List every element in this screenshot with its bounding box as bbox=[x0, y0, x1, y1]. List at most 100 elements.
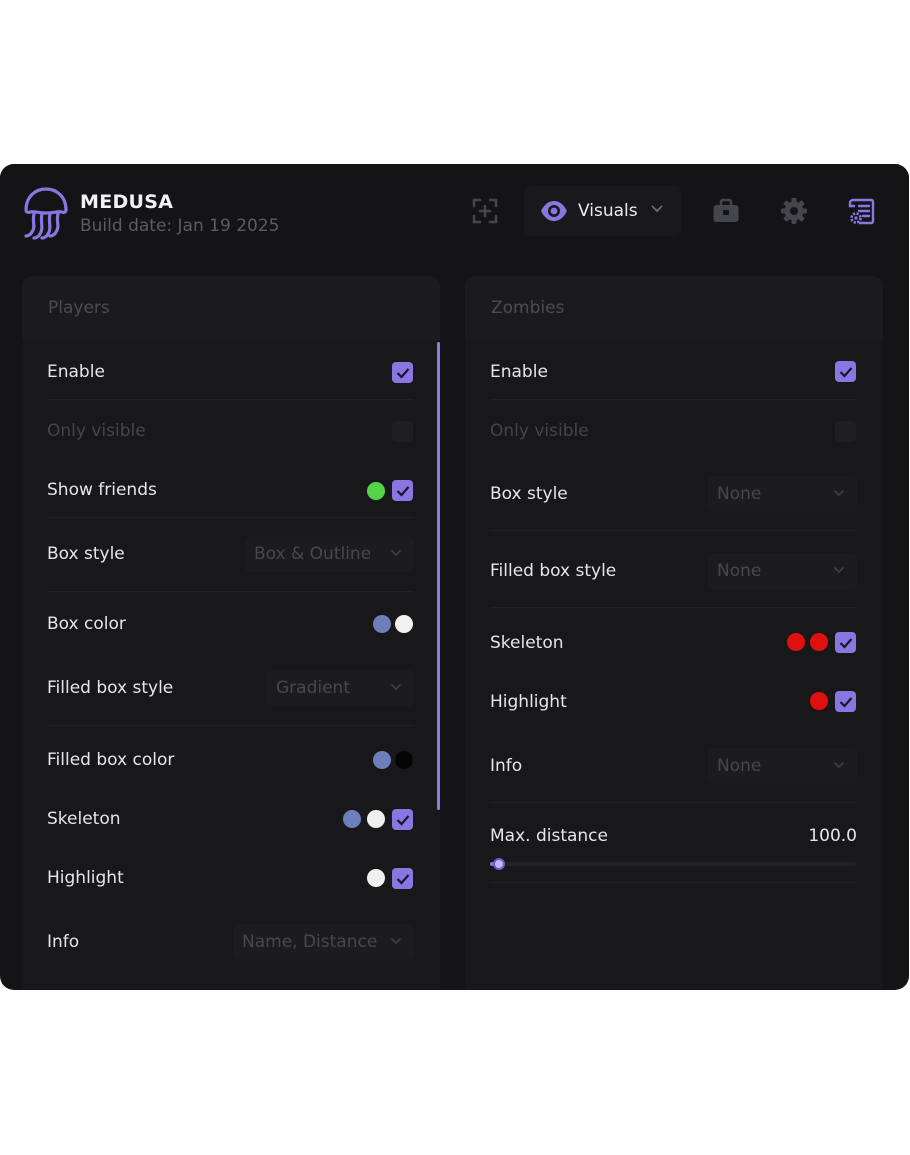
players-highlight-label: Highlight bbox=[47, 868, 124, 888]
players-show-friends-checkbox[interactable] bbox=[392, 480, 413, 501]
players-box-style-label: Box style bbox=[47, 544, 125, 564]
filled-box-color-swatch-2[interactable] bbox=[395, 751, 413, 769]
visuals-tab-label: Visuals bbox=[578, 201, 638, 221]
players-skeleton-label: Skeleton bbox=[47, 809, 121, 829]
players-info-row: Info Name, Distance bbox=[47, 922, 414, 962]
separator bbox=[47, 399, 414, 400]
players-filled-box-style-value: Gradient bbox=[276, 678, 350, 698]
players-enable-row: Enable bbox=[47, 360, 414, 390]
separator bbox=[490, 399, 857, 400]
players-filled-box-style-row: Filled box style Gradient bbox=[47, 666, 414, 706]
box-color-swatch-1[interactable] bbox=[373, 615, 391, 633]
players-only-visible-row: Only visible bbox=[47, 419, 414, 449]
zombies-filled-box-style-value: None bbox=[717, 561, 762, 581]
visuals-tab-dropdown[interactable]: Visuals bbox=[524, 186, 682, 236]
zombies-filled-box-style-row: Filled box style None bbox=[490, 550, 857, 590]
filled-box-color-swatch-1[interactable] bbox=[373, 751, 391, 769]
players-skeleton-checkbox[interactable] bbox=[392, 809, 413, 830]
friends-color-swatch[interactable] bbox=[367, 482, 385, 500]
players-enable-label: Enable bbox=[47, 362, 105, 382]
players-filled-box-color-label: Filled box color bbox=[47, 750, 175, 770]
zombies-box-style-value: None bbox=[717, 484, 762, 504]
players-info-value: Name, Distance bbox=[242, 932, 378, 952]
players-filled-box-style-label: Filled box style bbox=[47, 678, 174, 698]
highlight-color-swatch[interactable] bbox=[367, 869, 385, 887]
zombies-info-row: Info None bbox=[490, 745, 857, 785]
chevron-down-icon bbox=[390, 549, 402, 557]
players-box-color-row: Box color bbox=[47, 612, 414, 642]
zombies-info-label: Info bbox=[490, 756, 523, 776]
main-window: MEDUSA Build date: Jan 19 2025 Visuals P… bbox=[0, 164, 909, 990]
skeleton-color-swatch-2[interactable] bbox=[367, 810, 385, 828]
slider-thumb[interactable] bbox=[493, 858, 506, 870]
zombies-info-value: None bbox=[717, 756, 762, 776]
separator bbox=[490, 882, 857, 883]
players-box-style-value: Box & Outline bbox=[254, 544, 372, 564]
zombies-highlight-checkbox[interactable] bbox=[835, 691, 856, 712]
separator bbox=[47, 517, 414, 518]
check-icon bbox=[396, 873, 409, 885]
zombies-enable-checkbox[interactable] bbox=[835, 361, 856, 382]
zombies-skeleton-row: Skeleton bbox=[490, 630, 857, 660]
zombies-highlight-row: Highlight bbox=[490, 689, 857, 719]
box-color-swatch-2[interactable] bbox=[395, 615, 413, 633]
separator bbox=[47, 591, 414, 592]
skeleton-color-swatch-1[interactable] bbox=[343, 810, 361, 828]
briefcase-icon[interactable] bbox=[711, 196, 741, 226]
zombies-max-distance-value: 100.0 bbox=[808, 826, 857, 846]
players-info-label: Info bbox=[47, 932, 80, 952]
zombie-skeleton-color-swatch-2[interactable] bbox=[810, 633, 828, 651]
chevron-down-icon bbox=[651, 205, 663, 213]
players-scrollbar[interactable] bbox=[437, 342, 440, 810]
app-name: MEDUSA bbox=[80, 191, 174, 213]
build-date: Build date: Jan 19 2025 bbox=[80, 216, 280, 236]
zombies-max-distance-slider[interactable] bbox=[490, 858, 856, 870]
players-only-visible-label: Only visible bbox=[47, 421, 146, 441]
zombie-skeleton-color-swatch-1[interactable] bbox=[787, 633, 805, 651]
players-only-visible-checkbox[interactable] bbox=[392, 421, 413, 442]
zombies-only-visible-checkbox[interactable] bbox=[835, 421, 856, 442]
players-filled-box-color-row: Filled box color bbox=[47, 748, 414, 778]
jellyfish-logo-icon bbox=[24, 187, 68, 240]
separator bbox=[490, 607, 857, 608]
check-icon bbox=[396, 814, 409, 826]
script-settings-icon[interactable] bbox=[846, 196, 876, 226]
separator bbox=[490, 802, 857, 803]
zombies-enable-label: Enable bbox=[490, 362, 548, 382]
players-box-style-row: Box style Box & Outline bbox=[47, 534, 414, 574]
players-highlight-row: Highlight bbox=[47, 866, 414, 896]
zombies-highlight-label: Highlight bbox=[490, 692, 567, 712]
chevron-down-icon bbox=[833, 566, 845, 574]
zombies-filled-box-style-select[interactable]: None bbox=[708, 553, 857, 589]
check-icon bbox=[839, 696, 852, 708]
zombies-box-style-label: Box style bbox=[490, 484, 568, 504]
zombies-enable-row: Enable bbox=[490, 360, 857, 390]
players-highlight-checkbox[interactable] bbox=[392, 868, 413, 889]
zombie-highlight-color-swatch[interactable] bbox=[810, 692, 828, 710]
players-box-style-select[interactable]: Box & Outline bbox=[245, 536, 414, 572]
zombies-max-distance-row: Max. distance bbox=[490, 824, 857, 854]
players-filled-box-style-select[interactable]: Gradient bbox=[267, 670, 414, 706]
zombies-only-visible-row: Only visible bbox=[490, 419, 857, 449]
chevron-down-icon bbox=[833, 761, 845, 769]
zombies-info-select[interactable]: None bbox=[708, 748, 857, 784]
eye-icon bbox=[541, 201, 567, 221]
players-enable-checkbox[interactable] bbox=[392, 362, 413, 383]
check-icon bbox=[396, 485, 409, 497]
add-target-icon[interactable] bbox=[470, 196, 500, 226]
chevron-down-icon bbox=[390, 683, 402, 691]
zombies-panel: Zombies Enable Only visible Box style No… bbox=[465, 276, 883, 990]
players-show-friends-label: Show friends bbox=[47, 480, 157, 500]
players-panel-title: Players bbox=[48, 298, 110, 318]
players-info-select[interactable]: Name, Distance bbox=[233, 924, 414, 960]
check-icon bbox=[396, 367, 409, 379]
zombies-panel-title: Zombies bbox=[491, 298, 565, 318]
players-panel: Players Enable Only visible Show friends… bbox=[22, 276, 440, 990]
separator bbox=[47, 725, 414, 726]
gear-icon[interactable] bbox=[779, 196, 809, 226]
check-icon bbox=[839, 637, 852, 649]
zombies-box-style-select[interactable]: None bbox=[708, 476, 857, 512]
zombies-skeleton-checkbox[interactable] bbox=[835, 632, 856, 653]
separator bbox=[490, 530, 857, 531]
zombies-max-distance-label: Max. distance bbox=[490, 826, 608, 846]
